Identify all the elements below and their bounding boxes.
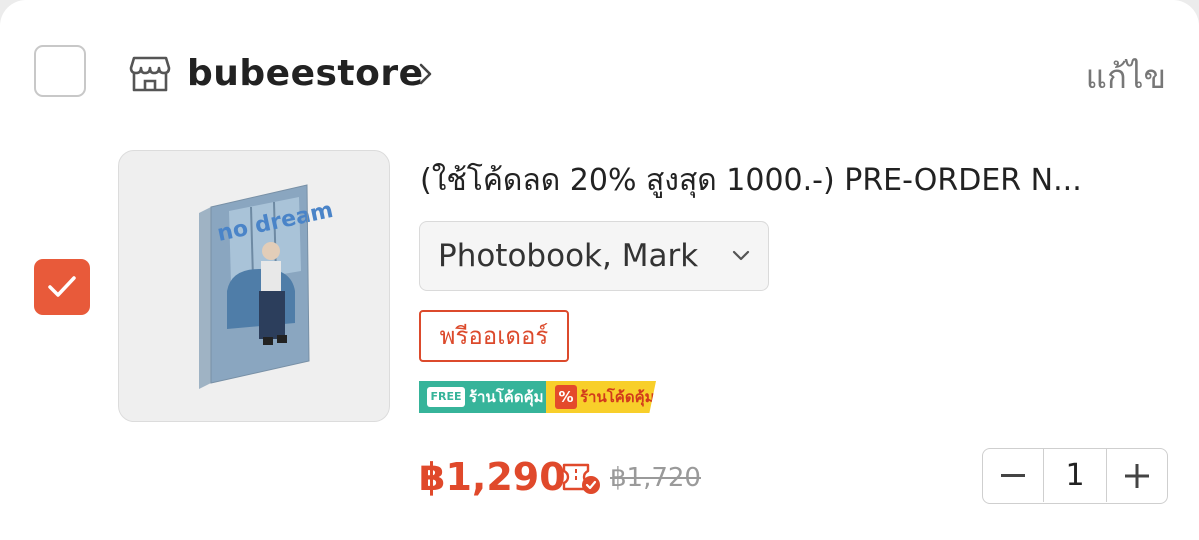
quantity-value[interactable]: 1 xyxy=(1042,449,1108,502)
quantity-stepper: 1 xyxy=(982,448,1168,504)
variant-label: Photobook, Mark xyxy=(438,238,699,274)
increase-quantity-button[interactable] xyxy=(1107,449,1167,502)
preorder-badge: พรีออเดอร์ xyxy=(419,310,569,362)
item-select-checkbox[interactable] xyxy=(34,259,90,315)
edit-button[interactable]: แก้ไข xyxy=(1086,54,1166,100)
original-price: ฿1,720 xyxy=(610,463,701,493)
free-promo-label: ร้านโค้ดคุ้ม xyxy=(469,388,544,406)
store-name-link[interactable]: bubeestore xyxy=(187,50,424,98)
discount-promo-label: ร้านโค้ดคุ้ม xyxy=(580,388,655,406)
chevron-down-icon xyxy=(732,250,750,261)
check-icon xyxy=(48,276,76,297)
free-tag: FREE xyxy=(427,387,465,407)
photobook-image: no dream xyxy=(199,184,335,389)
product-title[interactable]: (ใช้โค้ดลด 20% สูงสุด 1000.-) PRE-ORDER … xyxy=(420,159,1160,203)
free-shipping-promo: FREE ร้านโค้ดคุ้ม xyxy=(419,381,546,413)
store-icon xyxy=(129,56,171,92)
item-price: ฿1,290 xyxy=(419,455,566,499)
minus-icon xyxy=(1000,473,1025,477)
voucher-icon[interactable] xyxy=(561,461,601,495)
plus-icon xyxy=(1125,463,1150,488)
cart-shop-card: bubeestore แก้ไข no dream (ใช้โค้ดลด 20%… xyxy=(0,0,1199,540)
discount-promo: % ร้านโค้ดคุ้ม xyxy=(546,381,656,413)
percent-tag: % xyxy=(555,385,577,409)
variant-selector[interactable]: Photobook, Mark xyxy=(419,221,769,291)
chevron-right-icon[interactable] xyxy=(417,61,435,87)
shop-select-checkbox[interactable] xyxy=(34,45,86,97)
product-thumbnail[interactable]: no dream xyxy=(118,150,390,422)
decrease-quantity-button[interactable] xyxy=(983,449,1043,502)
